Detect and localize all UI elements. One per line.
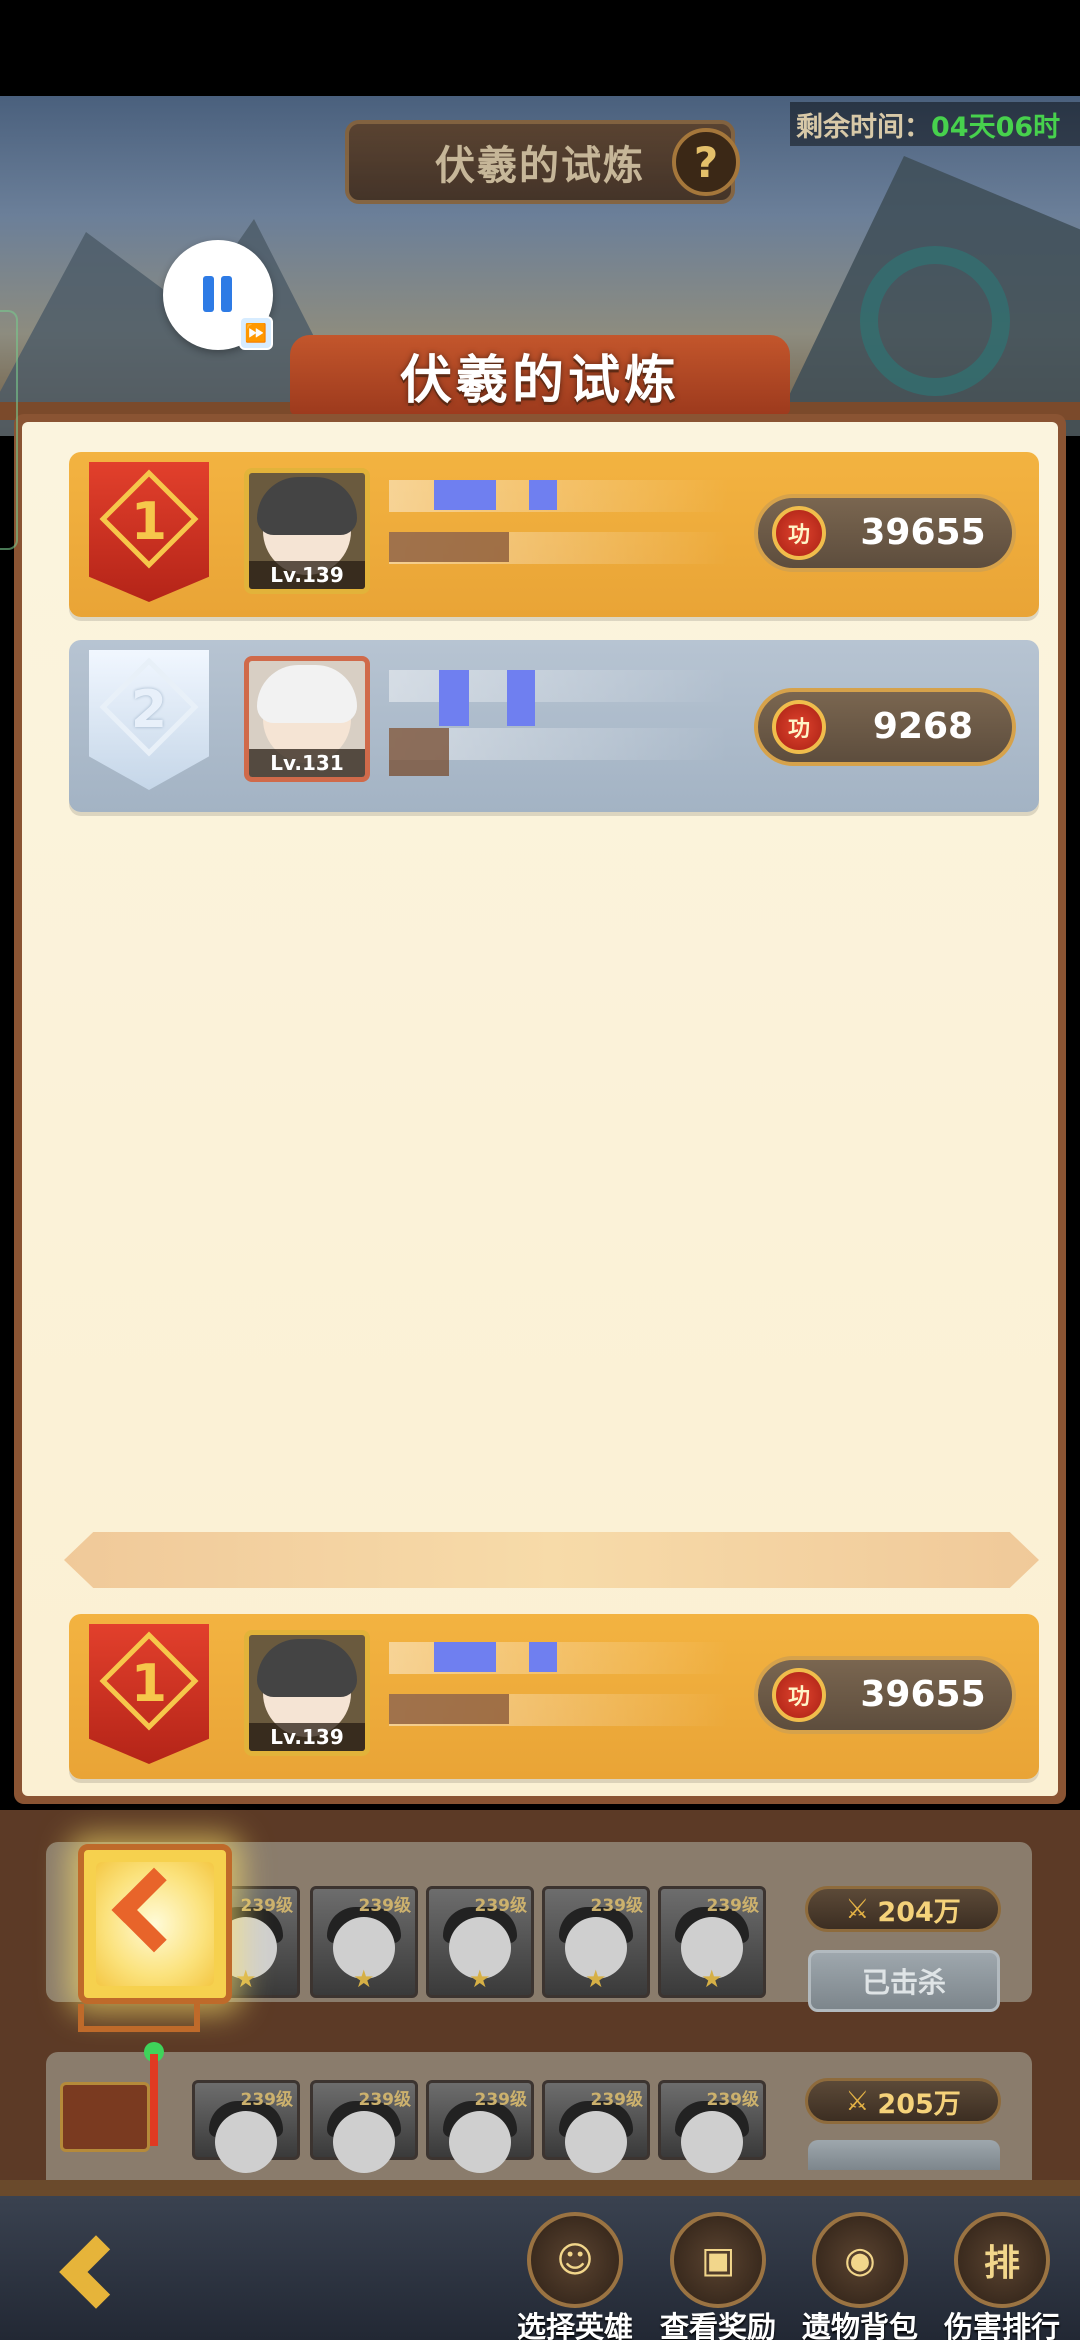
merit-coin-icon: 功 (772, 700, 826, 754)
hero-slot[interactable]: 239级 ★ (542, 1886, 650, 1998)
score-badge: 功 39655 (754, 494, 1016, 572)
indicator-line (150, 2054, 158, 2146)
timer-label: 剩余时间： (796, 111, 931, 143)
star-icon: ★ (469, 1965, 491, 1993)
rank-medal-icon: 1 (89, 1624, 209, 1764)
hero-slot[interactable]: 239级 (658, 2080, 766, 2173)
power-value: 204万 (877, 1896, 961, 1928)
defeated-button[interactable]: 已击杀 (808, 1950, 1000, 2012)
leaderboard-list[interactable]: 1 Lv.139 功 39655 2 Lv.131 功 9268 1 Lv.13… (22, 422, 1058, 1796)
hero-icon: ☺ (527, 2212, 623, 2308)
hero-slot[interactable]: 239级 ★ (426, 1886, 534, 1998)
avatar[interactable]: Lv.131 (244, 656, 370, 782)
hero-slot[interactable]: 239级 (310, 2080, 418, 2173)
power-badge: ⚔ 205万 (805, 2078, 1001, 2124)
merit-coin-icon: 功 (772, 506, 826, 560)
power-value: 205万 (877, 2088, 961, 2120)
player-level: Lv.131 (249, 749, 365, 777)
treasure-chest-icon[interactable] (60, 2082, 150, 2152)
hero-slot[interactable]: 239级 (542, 2080, 650, 2173)
score-badge: 功 39655 (754, 1656, 1016, 1734)
guild-name-redacted (389, 532, 729, 564)
nav-select-hero[interactable]: ☺ 选择英雄 (505, 2208, 645, 2340)
collapse-panel-button[interactable] (78, 1844, 232, 2004)
score-value: 9268 (872, 706, 974, 747)
plaque-title: 伏羲的试炼 (435, 143, 645, 189)
rank-number: 1 (130, 492, 168, 552)
guild-name-redacted (389, 1694, 729, 1726)
hero-slot[interactable]: 239级 ★ (658, 1886, 766, 1998)
question-mark-icon: ? (693, 137, 719, 187)
avatar[interactable]: Lv.139 (244, 1630, 370, 1756)
player-name-redacted (389, 1642, 729, 1674)
leaderboard-panel: 1 Lv.139 功 39655 2 Lv.131 功 9268 1 Lv.13… (14, 414, 1066, 1804)
nav-damage-ranking[interactable]: 排 伤害排行 (932, 2208, 1072, 2340)
ranking-scroll-icon: 排 (954, 2212, 1050, 2308)
nav-label: 查看奖励 (659, 2310, 776, 2340)
nav-label: 伤害排行 (943, 2310, 1060, 2340)
rank-number: 2 (130, 680, 168, 740)
player-name-redacted (389, 480, 729, 512)
nav-label: 遗物背包 (801, 2310, 918, 2340)
crossed-swords-icon: ⚔ (845, 1893, 870, 1925)
portal-ring (860, 246, 1010, 396)
power-badge: ⚔ 204万 (805, 1886, 1001, 1932)
score-value: 39655 (860, 512, 986, 553)
wave-status-button[interactable] (808, 2140, 1000, 2170)
nav-view-rewards[interactable]: ▣ 查看奖励 (648, 2208, 788, 2340)
rank-medal-icon: 1 (89, 462, 209, 602)
leaderboard-row[interactable]: 2 Lv.131 功 9268 (69, 640, 1039, 812)
remaining-time: 剩余时间： 04天06时 (790, 102, 1080, 146)
help-button[interactable]: ? (672, 128, 740, 196)
fast-forward-icon[interactable]: ⏩ (239, 316, 273, 350)
nav-label: 选择英雄 (516, 2310, 633, 2340)
my-rank-row[interactable]: 1 Lv.139 功 39655 (69, 1614, 1039, 1779)
back-button[interactable] (30, 2232, 180, 2312)
banner-title: 伏羲的试炼 (399, 350, 680, 411)
player-level: Lv.139 (249, 1723, 365, 1751)
bag-icon: ◉ (812, 2212, 908, 2308)
star-icon: ★ (235, 1965, 257, 1993)
status-bar (0, 0, 1080, 96)
button-bracket (78, 2004, 200, 2032)
nav-relic-bag[interactable]: ◉ 遗物背包 (790, 2208, 930, 2340)
rank-medal-icon: 2 (89, 650, 209, 790)
rank-number: 1 (130, 1654, 168, 1714)
merit-coin-icon: 功 (772, 1668, 826, 1722)
nav-border (0, 2180, 1080, 2196)
hero-slot[interactable]: 239级 (192, 2080, 300, 2173)
edge-swipe-handle[interactable] (0, 310, 18, 550)
hero-slot[interactable]: 239级 ★ (310, 1886, 418, 1998)
star-icon: ★ (701, 1965, 723, 1993)
leaderboard-row[interactable]: 1 Lv.139 功 39655 (69, 452, 1039, 617)
star-icon: ★ (585, 1965, 607, 1993)
hero-slot[interactable]: 239级 (426, 2080, 534, 2173)
pause-icon (203, 276, 214, 312)
crossed-swords-icon: ⚔ (845, 2085, 870, 2117)
player-level: Lv.139 (249, 561, 365, 589)
my-rank-divider (64, 1532, 1039, 1588)
score-value: 39655 (860, 1674, 986, 1715)
back-arrow-icon (59, 2235, 133, 2309)
treasure-chest-icon: ▣ (670, 2212, 766, 2308)
timer-value: 04天06时 (931, 111, 1061, 143)
star-icon: ★ (353, 1965, 375, 1993)
avatar[interactable]: Lv.139 (244, 468, 370, 594)
score-badge: 功 9268 (754, 688, 1016, 766)
player-name-redacted (389, 670, 729, 726)
panel-banner: 伏羲的试炼 (290, 335, 790, 415)
guild-name-redacted (389, 728, 729, 776)
